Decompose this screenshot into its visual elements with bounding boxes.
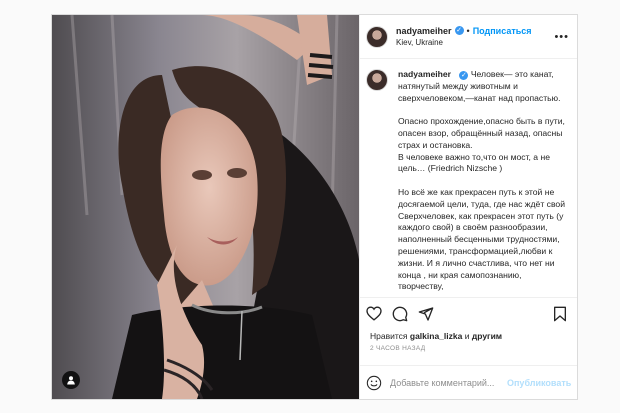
user-tag-icon[interactable] — [62, 371, 80, 389]
publish-button[interactable]: Опубликовать — [507, 378, 571, 388]
avatar[interactable] — [366, 25, 388, 48]
emoji-icon[interactable] — [366, 374, 382, 392]
verified-badge-icon: ✓ — [454, 26, 464, 35]
bookmark-glyph — [554, 306, 566, 321]
caption-paragraph: В человеке важно то,что он мост, а не це… — [398, 151, 551, 174]
likes-line: Нравится galkina_lizka и другим — [360, 329, 577, 343]
comment-input[interactable] — [390, 377, 507, 388]
caption-paragraph: Но всё же как прекрасен путь к этой не д… — [398, 186, 565, 292]
caption-avatar[interactable] — [366, 69, 388, 91]
emoji-glyph — [366, 375, 382, 390]
location-link[interactable]: Kiev, Ukraine — [396, 37, 532, 49]
bookmark-icon[interactable] — [553, 303, 569, 325]
post-photo[interactable] — [52, 15, 359, 399]
comment-glyph — [392, 306, 408, 321]
heart-glyph — [366, 306, 382, 321]
share-icon[interactable] — [418, 303, 444, 325]
heart-icon[interactable] — [366, 303, 392, 325]
action-bar — [360, 297, 577, 329]
follow-button[interactable]: Подписаться — [473, 25, 532, 37]
person-glyph — [67, 376, 75, 385]
caption-paragraph: Опасно прохождение,опасно быть в пути, о… — [398, 116, 565, 150]
likes-and: и — [464, 331, 470, 341]
likes-prefix: Нравится — [370, 331, 408, 341]
comment-icon[interactable] — [392, 303, 418, 325]
more-options-icon[interactable]: ••• — [554, 31, 569, 43]
instagram-post-modal: nadyameiher ✓ • Подписаться Kiev, Ukrain… — [51, 14, 578, 400]
liker-username[interactable]: galkina_lizka — [410, 331, 462, 341]
post-sidebar: nadyameiher ✓ • Подписаться Kiev, Ukrain… — [359, 15, 577, 399]
caption-text: nadyameiher ✓ Человек— это канат, натяну… — [398, 69, 569, 297]
header-row: nadyameiher ✓ • Подписаться — [396, 25, 532, 37]
post-header: nadyameiher ✓ • Подписаться Kiev, Ukrain… — [360, 15, 577, 59]
caption-area: nadyameiher ✓ Человек— это канат, натяну… — [360, 59, 577, 297]
username-link[interactable]: nadyameiher — [396, 25, 452, 37]
likes-others-link[interactable]: другим — [472, 331, 502, 341]
header-text: nadyameiher ✓ • Подписаться Kiev, Ukrain… — [396, 25, 532, 49]
comment-bar: Опубликовать — [360, 365, 577, 399]
verified-badge-icon: ✓ — [459, 71, 469, 80]
separator-dot: • — [466, 25, 470, 36]
share-glyph — [418, 306, 434, 321]
caption-username[interactable]: nadyameiher — [398, 69, 451, 79]
post-timestamp[interactable]: 2 ЧАСОВ НАЗАД — [360, 343, 577, 365]
portrait-image — [52, 15, 359, 399]
